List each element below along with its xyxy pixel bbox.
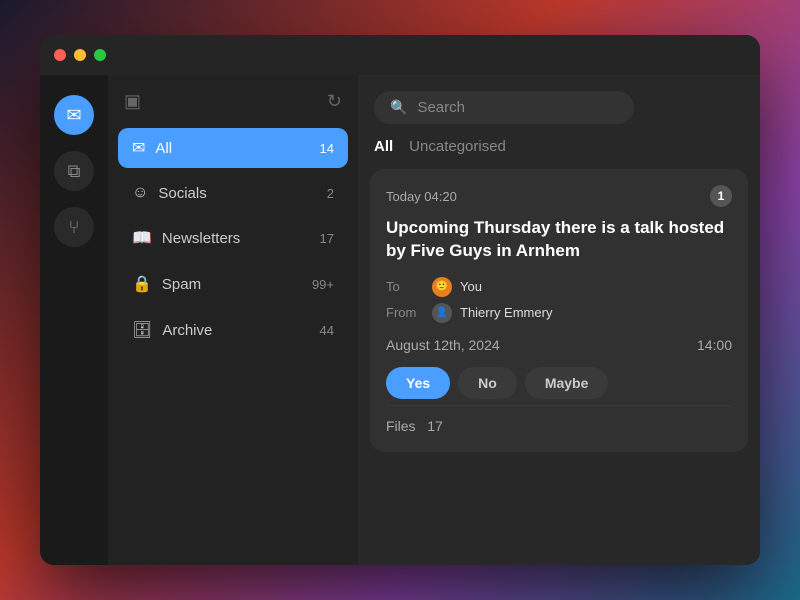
archive-icon: 🗄 bbox=[132, 320, 152, 340]
newsletters-icon: 📖 bbox=[132, 228, 152, 248]
search-bar-area: 🔍 Search bbox=[358, 75, 760, 134]
socials-icon: ☺ bbox=[132, 184, 148, 202]
email-badge: 1 bbox=[710, 185, 732, 207]
rsvp-no-button[interactable]: No bbox=[458, 367, 517, 399]
main-content: 🔍 Search All Uncategorised Today 04:20 1… bbox=[358, 75, 760, 565]
folder-item-spam[interactable]: 🔒 Spam 99+ bbox=[118, 264, 348, 304]
files-label: Files 17 bbox=[386, 418, 443, 434]
to-name: You bbox=[460, 279, 482, 294]
event-date: August 12th, 2024 bbox=[386, 337, 500, 353]
email-subject: Upcoming Thursday there is a talk hosted… bbox=[386, 217, 732, 263]
sidebar-icons: ✉ ⧉ ⑂ bbox=[40, 75, 108, 565]
rsvp-buttons: Yes No Maybe bbox=[386, 367, 732, 399]
from-name: Thierry Emmery bbox=[460, 305, 552, 320]
tab-uncategorised[interactable]: Uncategorised bbox=[409, 134, 506, 159]
from-label: From bbox=[386, 305, 424, 320]
minimize-button[interactable] bbox=[74, 49, 86, 61]
all-icon: ✉ bbox=[132, 138, 145, 158]
folder-item-all[interactable]: ✉ All 14 bbox=[118, 128, 348, 168]
email-event-row: August 12th, 2024 14:00 bbox=[386, 337, 732, 353]
search-bar[interactable]: 🔍 Search bbox=[374, 91, 634, 124]
refresh-icon[interactable]: ↻ bbox=[327, 91, 342, 112]
nav-mail-icon[interactable]: ✉ bbox=[54, 95, 94, 135]
from-avatar: 👤 bbox=[432, 303, 452, 323]
folder-all-count: 14 bbox=[320, 141, 334, 156]
email-card: Today 04:20 1 Upcoming Thursday there is… bbox=[370, 169, 748, 452]
to-label: To bbox=[386, 279, 424, 294]
panel-header: ▣ ↻ bbox=[118, 91, 348, 112]
tab-all[interactable]: All bbox=[374, 134, 393, 159]
nav-network-icon[interactable]: ⑂ bbox=[54, 207, 94, 247]
folder-archive-label: Archive bbox=[162, 322, 212, 339]
email-card-header: Today 04:20 1 bbox=[386, 185, 732, 207]
rsvp-maybe-button[interactable]: Maybe bbox=[525, 367, 609, 399]
event-time: 14:00 bbox=[697, 337, 732, 353]
tabs-row: All Uncategorised bbox=[358, 134, 760, 159]
to-avatar: 🙂 bbox=[432, 277, 452, 297]
folder-spam-count: 99+ bbox=[312, 277, 334, 292]
email-footer: Files 17 bbox=[386, 405, 732, 436]
email-to-row: To 🙂 You bbox=[386, 277, 732, 297]
search-icon: 🔍 bbox=[390, 99, 407, 116]
email-meta: To 🙂 You From 👤 Thierry Emmery bbox=[386, 277, 732, 323]
folder-socials-count: 2 bbox=[327, 186, 334, 201]
app-window: ✉ ⧉ ⑂ ▣ ↻ ✉ All 14 ☺ Socials bbox=[40, 35, 760, 565]
folder-item-archive[interactable]: 🗄 Archive 44 bbox=[118, 310, 348, 350]
titlebar bbox=[40, 35, 760, 75]
nav-docs-icon[interactable]: ⧉ bbox=[54, 151, 94, 191]
folder-all-label: All bbox=[155, 140, 172, 157]
folder-item-newsletters[interactable]: 📖 Newsletters 17 bbox=[118, 218, 348, 258]
email-time: Today 04:20 bbox=[386, 189, 457, 204]
search-input[interactable]: Search bbox=[417, 99, 618, 116]
close-button[interactable] bbox=[54, 49, 66, 61]
app-body: ✉ ⧉ ⑂ ▣ ↻ ✉ All 14 ☺ Socials bbox=[40, 75, 760, 565]
sidebar-toggle-icon[interactable]: ▣ bbox=[124, 91, 141, 112]
folder-archive-count: 44 bbox=[320, 323, 334, 338]
rsvp-yes-button[interactable]: Yes bbox=[386, 367, 450, 399]
folder-item-socials[interactable]: ☺ Socials 2 bbox=[118, 174, 348, 212]
traffic-lights bbox=[54, 49, 106, 61]
folder-newsletters-count: 17 bbox=[320, 231, 334, 246]
folder-spam-label: Spam bbox=[162, 276, 201, 293]
folder-panel: ▣ ↻ ✉ All 14 ☺ Socials 2 📖 bbox=[108, 75, 358, 565]
maximize-button[interactable] bbox=[94, 49, 106, 61]
folder-newsletters-label: Newsletters bbox=[162, 230, 240, 247]
spam-icon: 🔒 bbox=[132, 274, 152, 294]
email-from-row: From 👤 Thierry Emmery bbox=[386, 303, 732, 323]
folder-socials-label: Socials bbox=[158, 185, 206, 202]
